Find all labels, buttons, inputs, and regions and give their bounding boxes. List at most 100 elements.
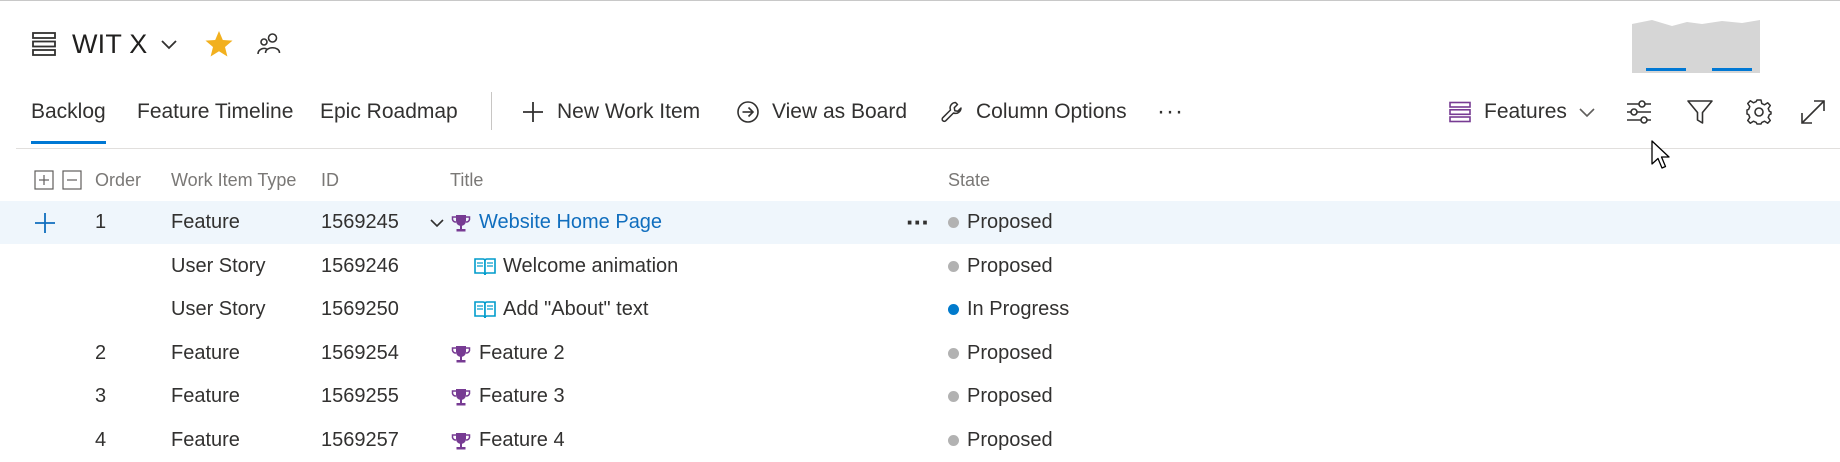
table-row[interactable]: User Story 1569246 Welcome animation Pro…	[0, 245, 1840, 288]
row-order: 4	[95, 429, 107, 451]
state-dot	[948, 217, 959, 228]
preview-thumbnail	[1632, 20, 1760, 73]
row-state-label: Proposed	[967, 429, 1053, 451]
state-dot	[948, 304, 959, 315]
row-type: Feature	[171, 385, 240, 407]
backlog-icon	[32, 32, 56, 56]
row-state: Proposed	[948, 201, 1053, 244]
fullscreen-button[interactable]	[1799, 86, 1827, 138]
collapse-all-icon[interactable]	[62, 170, 82, 190]
tab-epic-roadmap-label: Epic Roadmap	[320, 100, 458, 123]
tab-feature-timeline-label: Feature Timeline	[137, 100, 294, 123]
row-title-text[interactable]: Welcome animation	[503, 255, 678, 278]
row-title[interactable]: Website Home Page	[451, 201, 662, 244]
row-state: Proposed	[948, 419, 1053, 462]
row-title[interactable]: Add "About" text	[474, 288, 648, 331]
row-state-label: Proposed	[967, 211, 1053, 233]
view-as-board-button[interactable]: View as Board	[736, 86, 907, 138]
more-actions-button[interactable]: ···	[1157, 86, 1184, 138]
row-title-text[interactable]: Feature 2	[479, 342, 565, 365]
backlog-level-selector[interactable]: Features	[1448, 86, 1597, 138]
row-order: 2	[95, 342, 107, 364]
column-header-id[interactable]: ID	[321, 170, 339, 191]
row-id: 1569255	[321, 385, 399, 407]
state-dot	[948, 435, 959, 446]
table-row[interactable]: 4 Feature 1569257 Feature 4 Proposed	[0, 419, 1840, 462]
row-title-text[interactable]: Add "About" text	[503, 298, 648, 321]
trophy-icon	[451, 214, 471, 231]
column-header-work-item-type[interactable]: Work Item Type	[171, 170, 296, 191]
book-icon	[474, 300, 496, 318]
book-icon	[474, 257, 496, 275]
row-title-text[interactable]: Feature 4	[479, 429, 565, 452]
tab-epic-roadmap[interactable]: Epic Roadmap	[320, 86, 458, 138]
toolbar-divider	[491, 92, 492, 130]
table-row[interactable]: User Story 1569250 Add "About" text In P…	[0, 288, 1840, 331]
trophy-icon	[451, 388, 471, 405]
column-options-button[interactable]: Column Options	[940, 86, 1127, 138]
tab-feature-timeline[interactable]: Feature Timeline	[137, 86, 293, 138]
row-type: Feature	[171, 342, 240, 364]
state-dot	[948, 261, 959, 272]
backlog-level-icon	[1449, 101, 1471, 123]
plus-icon	[35, 212, 55, 233]
row-title-link[interactable]: Website Home Page	[479, 211, 662, 234]
row-state-label: Proposed	[967, 342, 1053, 364]
row-state-label: Proposed	[967, 385, 1053, 407]
row-id: 1569257	[321, 429, 399, 451]
column-options-label: Column Options	[976, 100, 1127, 123]
chevron-down-icon[interactable]	[158, 33, 180, 55]
row-state: Proposed	[948, 245, 1053, 288]
row-title[interactable]: Feature 2	[451, 332, 565, 375]
row-state-label: In Progress	[967, 298, 1070, 320]
star-icon[interactable]	[204, 29, 234, 59]
chevron-down-icon	[1579, 108, 1595, 118]
settings-button[interactable]	[1745, 86, 1773, 138]
row-type: User Story	[171, 255, 266, 277]
row-order: 1	[95, 211, 107, 233]
new-work-item-label: New Work Item	[557, 100, 701, 123]
column-header-order[interactable]: Order	[95, 170, 141, 191]
toolbar: Backlog Feature Timeline Epic Roadmap Ne…	[0, 86, 1840, 148]
view-as-board-label: View as Board	[772, 100, 908, 123]
row-order: 3	[95, 385, 107, 407]
row-title[interactable]: Feature 4	[451, 419, 565, 462]
chevron-down-icon	[430, 218, 444, 227]
people-icon[interactable]	[256, 31, 282, 57]
toolbar-separator	[16, 148, 1840, 149]
state-dot	[948, 348, 959, 359]
table-row[interactable]: 2 Feature 1569254 Feature 2 Proposed	[0, 332, 1840, 375]
row-title[interactable]: Welcome animation	[474, 245, 678, 288]
row-state: Proposed	[948, 332, 1053, 375]
table-row[interactable]: 3 Feature 1569255 Feature 3 Proposed	[0, 375, 1840, 418]
row-id: 1569254	[321, 342, 399, 364]
row-state: Proposed	[948, 375, 1053, 418]
backlog-level-label: Features	[1484, 100, 1567, 123]
backlog-title[interactable]: WIT X	[72, 29, 148, 60]
table-row[interactable]: 1 Feature 1569245 Website Home Page ··· …	[0, 201, 1840, 244]
column-header-title[interactable]: Title	[450, 170, 483, 191]
column-header-state[interactable]: State	[948, 170, 990, 191]
expand-all-icon[interactable]	[34, 170, 54, 190]
trophy-icon	[451, 432, 471, 449]
row-type: Feature	[171, 211, 240, 233]
plus-icon	[523, 102, 543, 122]
trophy-icon	[451, 345, 471, 362]
row-state: In Progress	[948, 288, 1069, 331]
tab-backlog[interactable]: Backlog	[31, 86, 106, 144]
row-type: Feature	[171, 429, 240, 451]
row-state-label: Proposed	[967, 255, 1053, 277]
new-work-item-button[interactable]: New Work Item	[521, 86, 700, 138]
row-title-text[interactable]: Feature 3	[479, 385, 565, 408]
collapse-row-toggle[interactable]	[429, 201, 445, 244]
top-border	[0, 0, 1840, 1]
add-child-button[interactable]	[34, 201, 56, 244]
row-type: User Story	[171, 298, 266, 320]
row-more-button[interactable]: ···	[906, 201, 930, 244]
row-more-label: ···	[906, 207, 930, 237]
row-id: 1569246	[321, 255, 399, 277]
expand-icon	[1801, 100, 1825, 124]
view-options-button[interactable]	[1625, 86, 1653, 138]
row-title[interactable]: Feature 3	[451, 375, 565, 418]
filter-button[interactable]	[1686, 86, 1714, 138]
